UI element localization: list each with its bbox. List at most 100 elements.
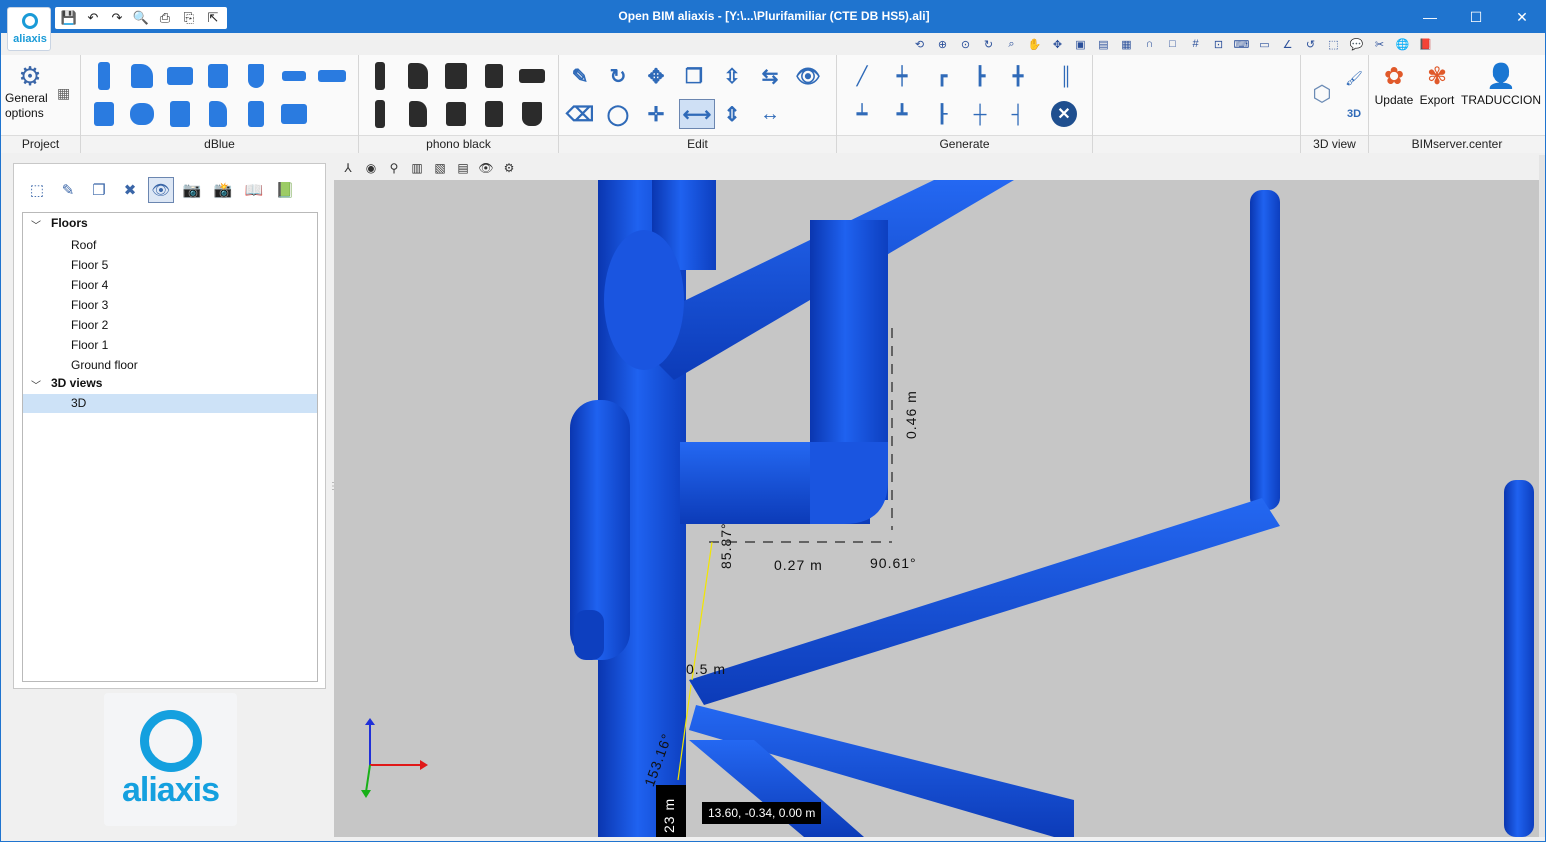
pipe-y-icon[interactable] bbox=[203, 99, 233, 129]
copy-view-icon[interactable]: ❐ bbox=[86, 177, 112, 203]
minimize-button[interactable]: — bbox=[1407, 1, 1453, 33]
tree-view-item-selected[interactable]: 3D bbox=[23, 394, 317, 413]
black-pipe-straight-icon[interactable] bbox=[365, 61, 395, 91]
pan-icon[interactable]: ✋ bbox=[1025, 35, 1044, 53]
black-pipe-y-icon[interactable] bbox=[441, 61, 471, 91]
align-icon[interactable]: ⇳ bbox=[717, 61, 747, 91]
brush-icon[interactable]: 🖌 bbox=[1339, 63, 1369, 93]
book-next-icon[interactable]: 📗 bbox=[272, 177, 298, 203]
window-icon[interactable]: ▣ bbox=[1071, 35, 1090, 53]
black-pipe-long-icon[interactable] bbox=[365, 99, 395, 129]
undo-icon[interactable]: ↶ bbox=[83, 9, 103, 27]
tree-floor-item[interactable]: Floor 5 bbox=[71, 256, 108, 275]
export-button[interactable]: ✾ Export bbox=[1417, 61, 1457, 107]
chevron-down-icon[interactable]: ﹀ bbox=[31, 217, 41, 232]
tree-floor-item[interactable]: Roof bbox=[71, 236, 96, 255]
plane-icon[interactable]: ▧ bbox=[430, 158, 450, 178]
black-pipe-funnel-icon[interactable] bbox=[517, 99, 547, 129]
app-logo[interactable]: aliaxis bbox=[7, 7, 51, 51]
measure-icon[interactable]: ⟷ bbox=[679, 99, 715, 129]
tree-floors-header[interactable]: Floors bbox=[51, 214, 88, 233]
tree-floor-item[interactable]: Floor 2 bbox=[71, 316, 108, 335]
magnet-icon[interactable]: ∩ bbox=[1140, 35, 1159, 53]
gen-tee-icon[interactable]: ┣ bbox=[965, 61, 995, 91]
pipe-elbow-icon[interactable] bbox=[127, 61, 157, 91]
axes-icon[interactable]: ⅄ bbox=[338, 158, 358, 178]
copy-icon[interactable]: ❐ bbox=[679, 61, 709, 91]
3d-viewport[interactable] bbox=[334, 180, 1539, 837]
pipe-reducer-icon[interactable] bbox=[203, 61, 233, 91]
gen-left-branch-icon[interactable]: ┠ bbox=[927, 99, 957, 129]
close-button[interactable]: ✕ bbox=[1499, 1, 1545, 33]
black-pipe-sleeve-icon[interactable] bbox=[441, 99, 471, 129]
gen-vertical-icon[interactable]: ╱ bbox=[847, 61, 877, 91]
pipe-double-tee-icon[interactable] bbox=[279, 99, 309, 129]
3d-mode-icon[interactable]: ⚙ bbox=[499, 158, 519, 178]
cancel-icon[interactable]: ✕ bbox=[1051, 101, 1077, 127]
camera-icon[interactable]: 📷 bbox=[179, 177, 205, 203]
frame-icon[interactable]: ⬚ bbox=[1324, 35, 1343, 53]
walk-icon[interactable]: ⚲ bbox=[384, 158, 404, 178]
angle-icon[interactable]: ∠ bbox=[1278, 35, 1297, 53]
eraser-icon[interactable]: ⌫ bbox=[565, 99, 595, 129]
grid-red-icon[interactable]: ▦ bbox=[1117, 35, 1136, 53]
print-icon[interactable]: ⎙ bbox=[155, 9, 175, 27]
save-icon[interactable]: 💾 bbox=[59, 9, 79, 27]
pipe-socket-icon[interactable] bbox=[241, 61, 271, 91]
edit-view-icon[interactable]: ✎ bbox=[55, 177, 81, 203]
gen-corner-icon[interactable]: ┏ bbox=[927, 61, 957, 91]
gen-cross-branch-icon[interactable]: ┼ bbox=[965, 99, 995, 129]
eye-icon[interactable]: 👁 bbox=[476, 158, 496, 178]
cube-view-icon[interactable]: ⬡ bbox=[1307, 79, 1337, 109]
viewport-scrollbar[interactable] bbox=[1539, 155, 1545, 837]
table-icon[interactable]: ▦ bbox=[57, 85, 70, 102]
gen-vertical-plus-icon[interactable]: ┿ bbox=[887, 61, 917, 91]
zoom-window-icon[interactable]: ⊙ bbox=[956, 35, 975, 53]
preview-view-icon[interactable]: 👁 bbox=[148, 177, 174, 203]
comment-icon[interactable]: 💬 bbox=[1347, 35, 1366, 53]
chevron-down-icon[interactable]: ﹀ bbox=[31, 377, 41, 392]
delete-view-icon[interactable]: ✖ bbox=[117, 177, 143, 203]
tools-icon[interactable]: ✂ bbox=[1370, 35, 1389, 53]
zoom-all-icon[interactable]: ⊕ bbox=[933, 35, 952, 53]
book-icon[interactable]: 📕 bbox=[1416, 35, 1435, 53]
camera-settings-icon[interactable]: 📸 bbox=[210, 177, 236, 203]
black-pipe-socket-icon[interactable] bbox=[479, 61, 509, 91]
split-icon[interactable]: ↔ bbox=[755, 99, 785, 129]
globe-icon[interactable]: 🌐 bbox=[1393, 35, 1412, 53]
view-element-icon[interactable]: 👁 bbox=[793, 61, 823, 91]
edit-pencil-icon[interactable]: ✎ bbox=[565, 61, 595, 91]
tree-floor-item[interactable]: Floor 3 bbox=[71, 296, 108, 315]
visibility-icon[interactable]: ◉ bbox=[361, 158, 381, 178]
book-open-icon[interactable]: 📖 bbox=[241, 177, 267, 203]
grid-icon[interactable]: # bbox=[1186, 35, 1205, 53]
scale-icon[interactable]: ▭ bbox=[1255, 35, 1274, 53]
select-box-icon[interactable]: □ bbox=[1163, 35, 1182, 53]
tree-floor-item[interactable]: Floor 4 bbox=[71, 276, 108, 295]
orbit-icon[interactable]: ⟲ bbox=[910, 35, 929, 53]
add-view-icon[interactable]: ⬚ bbox=[24, 177, 50, 203]
pipe-cap-icon[interactable] bbox=[279, 61, 309, 91]
section-icon[interactable]: ▥ bbox=[407, 158, 427, 178]
pipe-bend-icon[interactable] bbox=[89, 99, 119, 129]
pipe-junction-icon[interactable] bbox=[241, 99, 271, 129]
floor-icon[interactable]: ▤ bbox=[453, 158, 473, 178]
pipe-straight-icon[interactable] bbox=[89, 61, 119, 91]
black-pipe-bend-icon[interactable] bbox=[403, 99, 433, 129]
black-pipe-elbow-icon[interactable] bbox=[403, 61, 433, 91]
swap-icon[interactable]: ⇆ bbox=[755, 61, 785, 91]
export-dropdown-icon[interactable]: ⇱ bbox=[203, 9, 223, 27]
black-pipe-cap-icon[interactable] bbox=[517, 61, 547, 91]
black-pipe-branch-icon[interactable] bbox=[479, 99, 509, 129]
gen-cross-icon[interactable]: ╋ bbox=[1003, 61, 1033, 91]
pipe-coupling-icon[interactable] bbox=[317, 61, 347, 91]
print-preview-icon[interactable]: ⎘ bbox=[179, 9, 199, 27]
redo-icon[interactable]: ↷ bbox=[107, 9, 127, 27]
snap-icon[interactable]: ⊡ bbox=[1209, 35, 1228, 53]
layers-icon[interactable]: ▤ bbox=[1094, 35, 1113, 53]
rotate-element-icon[interactable]: ↻ bbox=[603, 61, 633, 91]
circle-icon[interactable]: ◯ bbox=[603, 99, 633, 129]
tree-3d-views-header[interactable]: 3D views bbox=[51, 374, 102, 393]
refresh-icon[interactable]: ↻ bbox=[979, 35, 998, 53]
pipe-branch-icon[interactable] bbox=[127, 99, 157, 129]
